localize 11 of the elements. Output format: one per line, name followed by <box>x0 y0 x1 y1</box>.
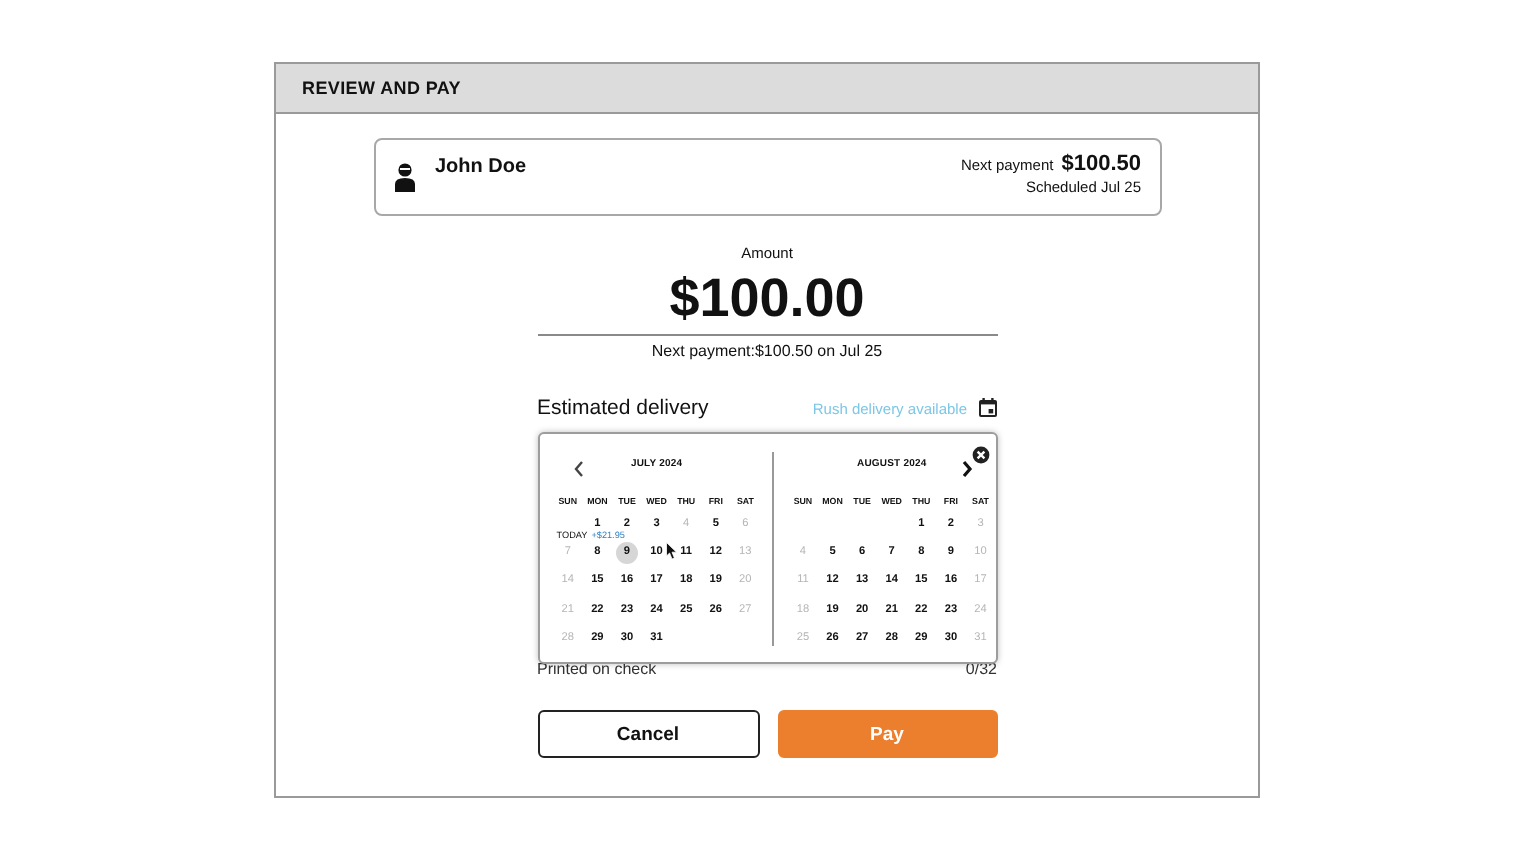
calendar-icon[interactable] <box>977 398 997 418</box>
cursor-icon <box>666 542 678 560</box>
amount-value: $100.00 <box>669 266 865 330</box>
memo-label: Printed on check <box>537 660 657 678</box>
cancel-button[interactable]: Cancel <box>537 710 759 758</box>
next-payment-note: Next payment:$100.50 on Jul 25 <box>651 342 883 360</box>
next-payment-amount: $100.50 <box>1061 152 1141 176</box>
page-title: REVIEW AND PAY <box>302 78 461 98</box>
delivery-label: Estimated delivery <box>537 396 709 420</box>
payee-name: John Doe <box>435 156 527 178</box>
person-icon <box>393 162 415 192</box>
